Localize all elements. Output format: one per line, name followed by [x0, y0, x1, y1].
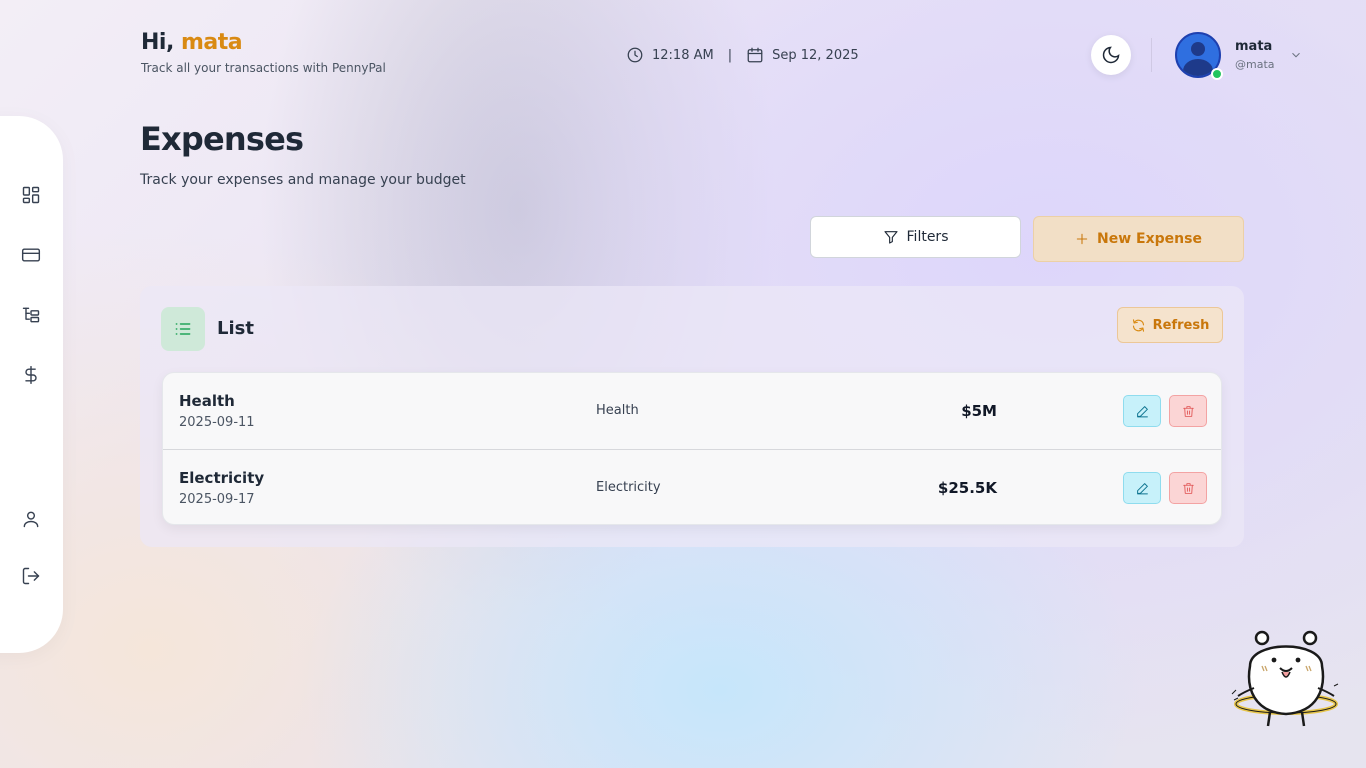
sidebar — [0, 116, 63, 653]
plus-icon — [1076, 233, 1088, 245]
user-menu[interactable]: mata @mata — [1175, 32, 1303, 78]
user-name: mata — [1235, 39, 1273, 54]
chevron-down-icon — [1291, 52, 1300, 58]
sidebar-item-dashboard[interactable] — [0, 175, 62, 215]
dashboard-grid-icon — [22, 186, 40, 204]
refresh-icon — [1132, 318, 1144, 332]
pencil-icon — [1136, 405, 1148, 417]
theme-toggle-button[interactable] — [1091, 35, 1131, 75]
greeting-block: Hi, mata Track all your transactions wit… — [141, 30, 386, 75]
calendar-icon — [747, 47, 763, 63]
greeting-text: Hi, — [141, 30, 174, 55]
logout-icon — [22, 567, 40, 585]
expense-date: 2025-09-11 — [179, 415, 255, 430]
user-icon — [23, 511, 39, 528]
new-expense-button[interactable]: New Expense — [1033, 216, 1244, 262]
sidebar-item-logout[interactable] — [0, 556, 62, 596]
hamster-mascot — [1231, 630, 1339, 727]
expense-category: Electricity — [596, 480, 661, 495]
tree-structure-icon — [22, 307, 40, 323]
sidebar-item-expenses[interactable] — [0, 355, 62, 395]
delete-button[interactable] — [1169, 395, 1207, 427]
filters-button[interactable]: Filters — [810, 216, 1021, 258]
filter-icon — [883, 231, 898, 244]
table-row[interactable]: Health 2025-09-11 Health $5M — [163, 373, 1221, 450]
expense-name: Health — [179, 392, 235, 410]
dollar-icon — [25, 365, 37, 385]
greeting-heading: Hi, mata — [141, 30, 386, 55]
online-status-dot — [1211, 68, 1223, 80]
expense-category: Health — [596, 403, 639, 418]
current-date: Sep 12, 2025 — [772, 47, 859, 63]
current-time: 12:18 AM — [652, 47, 714, 63]
new-expense-label: New Expense — [1097, 231, 1202, 247]
clock-icon — [627, 47, 643, 63]
user-handle: @mata — [1235, 58, 1275, 71]
expense-list-panel: List Refresh Health 2025-09-11 Health $5… — [140, 286, 1244, 547]
header-divider — [1151, 38, 1152, 72]
datetime-separator: | — [727, 47, 733, 63]
edit-button[interactable] — [1123, 395, 1161, 427]
table-row[interactable]: Electricity 2025-09-17 Electricity $25.5… — [163, 450, 1221, 524]
page-title: Expenses — [140, 120, 304, 158]
sidebar-item-profile[interactable] — [0, 499, 62, 539]
expense-name: Electricity — [179, 469, 265, 487]
datetime-display: 12:18 AM | Sep 12, 2025 — [626, 44, 859, 66]
filters-label: Filters — [906, 229, 949, 245]
edit-button[interactable] — [1123, 472, 1161, 504]
user-info: mata @mata — [1235, 39, 1275, 71]
list-icon — [175, 323, 191, 335]
expense-amount: $25.5K — [937, 479, 997, 497]
trash-icon — [1182, 482, 1194, 494]
list-title: List — [217, 318, 254, 339]
refresh-button[interactable]: Refresh — [1117, 307, 1223, 343]
expense-amount: $5M — [961, 402, 997, 420]
pencil-icon — [1136, 482, 1148, 494]
list-icon-badge — [161, 307, 205, 351]
moon-icon — [1102, 46, 1120, 64]
sidebar-item-categories[interactable] — [0, 295, 62, 335]
expense-table: Health 2025-09-11 Health $5M Electricity… — [162, 372, 1222, 525]
credit-card-icon — [21, 248, 41, 262]
delete-button[interactable] — [1169, 472, 1207, 504]
page-subtitle: Track your expenses and manage your budg… — [140, 172, 466, 188]
expense-date: 2025-09-17 — [179, 492, 255, 507]
greeting-username: mata — [180, 30, 243, 55]
trash-icon — [1182, 405, 1194, 417]
sidebar-item-cards[interactable] — [0, 235, 62, 275]
refresh-label: Refresh — [1152, 317, 1210, 333]
greeting-subtitle: Track all your transactions with PennyPa… — [141, 61, 386, 75]
